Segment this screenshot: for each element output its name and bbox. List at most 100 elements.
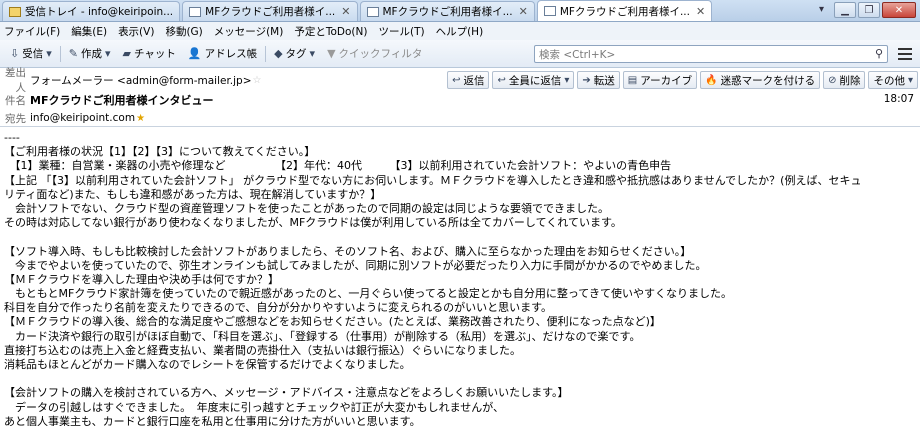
mail-icon: [543, 6, 556, 16]
body-line: [4, 372, 916, 386]
filter-icon: ▼: [327, 47, 336, 60]
from-value[interactable]: フォームメーラー <admin@form-mailer.jp>: [30, 73, 252, 88]
tab-bar: 受信トレイ - info@keiripoin... MFクラウドご利用者様イ..…: [0, 0, 920, 22]
subject-value: MFクラウドご利用者様インタビュー: [30, 94, 214, 107]
tag-button[interactable]: ◆ タグ ▾: [268, 43, 321, 65]
subject-row: 件名 MFクラウドご利用者様インタビュー: [0, 91, 920, 109]
tab-label: 受信トレイ - info@keiripoin...: [25, 6, 174, 18]
reply-all-label: 全員に返信: [508, 74, 562, 87]
compose-button[interactable]: ✎ 作成 ▾: [63, 43, 117, 65]
body-line: 消耗品もほとんどがカード購入なのでレシートを保管するだけでよくなりました。: [4, 358, 411, 371]
tab-label: MFクラウドご利用者様イ...: [559, 5, 690, 18]
app-menu-icon[interactable]: [898, 48, 912, 60]
minimize-icon[interactable]: ▁: [834, 2, 856, 18]
body-line: あと個人事業主も、カードと銀行口座を私用と仕事用に分けた方がいいと思います。: [4, 414, 421, 426]
body-line: 直接打ち込むのは売上入金と経費支払い、業者間の売掛仕入（支払いは銀行振込）ぐらい…: [4, 343, 521, 357]
reply-icon: ↩: [452, 74, 461, 86]
quick-filter-button[interactable]: ▼ クイックフィルタ: [321, 43, 428, 65]
body-line: 今までやよいを使っていたので、弥生オンラインも試してみましたが、同期に別ソフトが…: [4, 258, 707, 272]
quick-filter-label: クイックフィルタ: [338, 48, 423, 60]
tab-label: MFクラウドご利用者様イ...: [205, 6, 336, 18]
chevron-down-icon[interactable]: ▾: [105, 47, 111, 60]
window-close-icon[interactable]: ✕: [882, 2, 916, 18]
chat-bubble-icon: ▰: [122, 47, 131, 60]
chevron-down-icon[interactable]: ▾: [564, 75, 569, 86]
reply-all-button[interactable]: ↩ 全員に返信 ▾: [492, 71, 575, 89]
archive-label: アーカイブ: [640, 74, 693, 87]
tab-message-1[interactable]: MFクラウドご利用者様イ... ✕: [182, 1, 358, 21]
star-icon[interactable]: ☆: [253, 75, 262, 86]
maximize-icon[interactable]: ❐: [858, 2, 880, 18]
menu-tools[interactable]: ツール(T): [378, 24, 424, 39]
flame-icon: 🔥: [705, 74, 718, 86]
address-book-button[interactable]: 👤 アドレス帳: [182, 43, 263, 65]
menu-events-tasks[interactable]: 予定とToDo(N): [294, 24, 367, 39]
junk-label: 迷惑マークを付ける: [720, 74, 816, 87]
to-value[interactable]: info@keiripoint.com: [30, 112, 135, 124]
body-line: その時は対応してない銀行があり使わなくなりましたが、MFクラウドは僕が利用してい…: [4, 216, 622, 230]
menu-message[interactable]: メッセージ(M): [214, 24, 284, 39]
chevron-down-icon: ▾: [907, 74, 913, 86]
body-line: 科目を自分で作ったり名前を変えたりできるので、自分が分かりやすいように変えられる…: [4, 301, 553, 315]
body-line: カード決済や銀行の取引がほぼ自動で、「科目を選ぶ」、「登録する（仕事用）が削除す…: [4, 329, 641, 343]
tab-list-icon[interactable]: ▾: [819, 4, 824, 15]
menu-bar: ファイル(F) 編集(E) 表示(V) 移動(G) メッセージ(M) 予定とTo…: [0, 22, 920, 40]
menu-go[interactable]: 移動(G): [165, 24, 202, 39]
receive-button[interactable]: ⇩ 受信 ▾: [4, 43, 58, 65]
main-toolbar: ⇩ 受信 ▾ ✎ 作成 ▾ ▰ チャット 👤 アドレス帳 ◆ タグ ▾ ▼ クイ…: [0, 40, 920, 68]
star-icon[interactable]: ★: [136, 113, 145, 124]
tab-inbox[interactable]: 受信トレイ - info@keiripoin...: [2, 1, 181, 21]
chat-button[interactable]: ▰ チャット: [117, 43, 182, 65]
junk-button[interactable]: 🔥 迷惑マークを付ける: [700, 71, 821, 89]
reply-label: 返信: [463, 74, 485, 87]
compose-label: 作成: [80, 48, 102, 60]
archive-button[interactable]: ▤ アーカイブ: [622, 71, 698, 89]
close-icon[interactable]: ✕: [341, 5, 350, 18]
body-line: 【ご利用者様の状況【1】【2】【3】について教えてください。】: [4, 145, 316, 159]
mail-icon: [189, 6, 202, 17]
message-header: 差出人 フォームメーラー <admin@form-mailer.jp> ☆ 件名…: [0, 67, 920, 127]
menu-edit[interactable]: 編集(E): [71, 24, 107, 39]
tab-message-2[interactable]: MFクラウドご利用者様イ... ✕: [359, 1, 535, 21]
chevron-down-icon[interactable]: ▾: [310, 47, 316, 60]
body-line: 【上記 「【3】以前利用されていた会計ソフト」 がクラウド型でない方にお伺いしま…: [4, 173, 862, 187]
forward-button[interactable]: ➔ 転送: [577, 71, 620, 89]
body-line: 【ＭＦクラウドの導入後、総合的な満足度やご感想などをお知らせください。(たとえば…: [4, 315, 661, 329]
reply-button[interactable]: ↩ 返信: [447, 71, 490, 89]
body-line: データの引越しはすぐできました。 年度末に引っ越すとチェックや訂正が大変かもしれ…: [4, 400, 505, 414]
menu-view[interactable]: 表示(V): [118, 24, 154, 39]
forward-label: 転送: [593, 74, 615, 87]
search-icon[interactable]: ⚲: [875, 47, 883, 60]
body-line: ----: [4, 131, 20, 144]
search-placeholder: 検索 <Ctrl+K>: [539, 48, 616, 61]
mail-icon: [366, 6, 379, 17]
delete-button[interactable]: ⊘ 削除: [823, 71, 866, 89]
address-book-icon: 👤: [187, 47, 202, 60]
toolbar-divider: [59, 45, 61, 62]
body-line: 【ソフト導入時、もしも比較検討した会計ソフトがありましたら、そのソフト名、および…: [4, 244, 692, 258]
subject-label: 件名: [5, 94, 26, 107]
tab-label: MFクラウドご利用者様イ...: [382, 6, 513, 18]
address-book-label: アドレス帳: [204, 48, 258, 60]
archive-icon: ▤: [627, 74, 638, 86]
close-icon[interactable]: ✕: [696, 5, 705, 18]
menu-file[interactable]: ファイル(F): [4, 24, 60, 39]
body-line: 会計ソフトでない、クラウド型の資産管理ソフトを使ったことがあったので同期の設定は…: [4, 201, 609, 215]
chevron-down-icon[interactable]: ▾: [46, 47, 52, 60]
download-icon: ⇩: [10, 47, 20, 60]
other-actions-label: その他: [873, 74, 905, 87]
message-actions: ↩ 返信 ↩ 全員に返信 ▾ ➔ 転送 ▤ アーカイブ 🔥 迷惑マークを付ける …: [447, 71, 918, 89]
inbox-icon: [9, 6, 21, 17]
tag-label: タグ: [285, 48, 307, 60]
body-line: リティ面など)また、もしも違和感があった方は、現在解消していますか？】: [4, 187, 382, 201]
delete-label: 削除: [839, 74, 861, 87]
menu-help[interactable]: ヘルプ(H): [436, 24, 484, 39]
delete-icon: ⊘: [828, 74, 837, 86]
search-input[interactable]: 検索 <Ctrl+K> ⚲: [534, 45, 888, 63]
close-icon[interactable]: ✕: [519, 5, 528, 18]
tab-message-3[interactable]: MFクラウドご利用者様イ... ✕: [536, 0, 713, 21]
to-label: 宛先: [5, 112, 26, 125]
other-actions-button[interactable]: その他 ▾: [868, 71, 918, 89]
reply-all-icon: ↩: [497, 74, 506, 86]
pencil-icon: ✎: [68, 47, 78, 60]
